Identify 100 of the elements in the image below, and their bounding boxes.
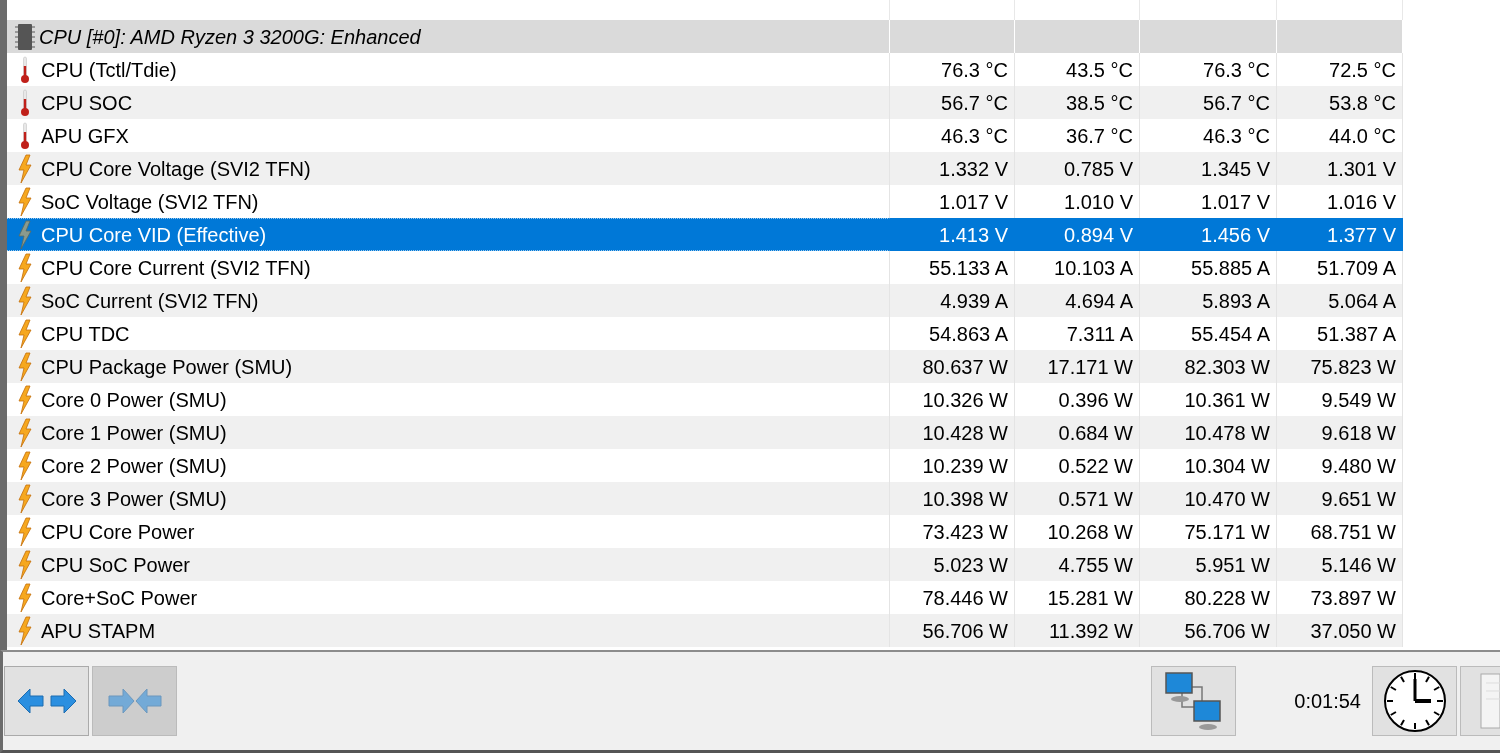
sensor-value: 53.8 °C [1329, 90, 1396, 116]
sensor-value: 10.428 W [922, 420, 1008, 446]
sensor-value: 1.456 V [1201, 222, 1270, 248]
sensor-value: 10.239 W [922, 453, 1008, 479]
converging-arrows-icon [107, 688, 162, 714]
sensor-value: 80.637 W [922, 354, 1008, 380]
sensor-value: 1.017 V [939, 189, 1008, 215]
lightning-bolt-icon [17, 186, 33, 217]
sensor-value: 55.454 A [1191, 321, 1270, 347]
thermometer-icon [20, 55, 30, 84]
sensor-value: 4.755 W [1058, 552, 1133, 578]
sensor-value: 9.549 W [1321, 387, 1396, 413]
sensor-value: 75.823 W [1310, 354, 1396, 380]
thermometer-icon [20, 121, 30, 150]
sensor-value: 10.326 W [922, 387, 1008, 413]
sensor-label: Core 1 Power (SMU) [41, 420, 227, 446]
sensor-value: 75.171 W [1184, 519, 1270, 545]
elapsed-time: 0:01:54 [1294, 689, 1361, 714]
sensor-value: 82.303 W [1184, 354, 1270, 380]
sensor-label: CPU Core Current (SVI2 TFN) [41, 255, 311, 281]
spreadsheet-icon [1480, 673, 1500, 729]
lightning-bolt-icon [17, 549, 33, 580]
sensor-label: CPU Core VID (Effective) [41, 222, 267, 248]
sensor-row[interactable]: APU STAPM 56.706 W 11.392 W 56.706 W 37.050 W [7, 614, 1403, 647]
sensor-value: 51.709 A [1317, 255, 1396, 281]
sensor-label: CPU TDC [41, 321, 130, 347]
sensor-value: 10.268 W [1047, 519, 1133, 545]
sensor-value: 1.010 V [1064, 189, 1133, 215]
sensor-value: 76.3 °C [941, 57, 1008, 83]
sensor-value: 9.618 W [1321, 420, 1396, 446]
sensor-row[interactable]: SoC Current (SVI2 TFN) 4.939 A 4.694 A 5.893 A 5.064 A [7, 284, 1403, 317]
network-button[interactable] [1151, 666, 1237, 736]
lightning-bolt-icon [17, 615, 33, 646]
sensor-value: 0.785 V [1064, 156, 1133, 182]
sensor-value: 5.146 W [1321, 552, 1396, 578]
sensor-label: CPU Core Power [41, 519, 195, 545]
lightning-bolt-icon [17, 384, 33, 415]
lightning-bolt-icon [17, 351, 33, 382]
sensor-value: 10.304 W [1184, 453, 1270, 479]
sensor-value: 9.651 W [1321, 486, 1396, 512]
lightning-bolt-icon [17, 285, 33, 316]
sensor-row[interactable]: CPU SOC 56.7 °C 38.5 °C 56.7 °C 53.8 °C [7, 86, 1403, 119]
sensor-value: 43.5 °C [1066, 57, 1133, 83]
sensor-value: 73.897 W [1310, 585, 1396, 611]
sensor-row[interactable]: CPU Core Voltage (SVI2 TFN) 1.332 V 0.785 V 1.345 V 1.301 V [7, 152, 1403, 185]
sensor-label: CPU Package Power (SMU) [41, 354, 293, 380]
sensor-value: 10.103 A [1054, 255, 1133, 281]
sensor-label: Core 3 Power (SMU) [41, 486, 227, 512]
sensor-value: 56.7 °C [1203, 90, 1270, 116]
clock-icon [1382, 669, 1447, 733]
sensor-value: 1.332 V [939, 156, 1008, 182]
sensor-value: 44.0 °C [1329, 123, 1396, 149]
sensor-value: 7.311 A [1066, 321, 1133, 347]
sensor-value: 56.706 W [1184, 618, 1270, 644]
sensor-label: CPU SoC Power [41, 552, 190, 578]
sensor-row[interactable]: CPU Package Power (SMU) 80.637 W 17.171 W 82.303 W 75.823 W [7, 350, 1403, 383]
lightning-bolt-icon [17, 417, 33, 448]
sensor-value: 72.5 °C [1329, 57, 1396, 83]
group-label: CPU [#0]: AMD Ryzen 3 3200G: Enhanced [39, 24, 421, 50]
sensor-value: 1.413 V [939, 222, 1008, 248]
sensor-value: 0.684 W [1058, 420, 1133, 446]
lightning-bolt-icon [17, 153, 33, 184]
lightning-bolt-icon [17, 582, 33, 613]
sensor-row[interactable]: CPU SoC Power 5.023 W 4.755 W 5.951 W 5.146 W [7, 548, 1403, 581]
sensor-label: Core+SoC Power [41, 585, 198, 611]
sensor-value: 17.171 W [1047, 354, 1133, 380]
lightning-bolt-icon [17, 318, 33, 349]
sensor-row[interactable]: Core 3 Power (SMU) 10.398 W 0.571 W 10.470 W 9.651 W [7, 482, 1403, 515]
sensor-label: APU STAPM [41, 618, 156, 644]
sensor-value: 5.893 A [1202, 288, 1270, 314]
clock-button[interactable] [1372, 666, 1457, 736]
sensor-label: CPU SOC [41, 90, 133, 116]
sensor-label: Core 2 Power (SMU) [41, 453, 227, 479]
sensor-value: 1.345 V [1201, 156, 1270, 182]
sensor-value: 9.480 W [1321, 453, 1396, 479]
sensor-value: 38.5 °C [1066, 90, 1133, 116]
sensor-value: 36.7 °C [1066, 123, 1133, 149]
sensor-value: 5.951 W [1195, 552, 1270, 578]
sensor-value: 54.863 A [929, 321, 1008, 347]
sensor-value: 46.3 °C [941, 123, 1008, 149]
sensor-value: 37.050 W [1310, 618, 1396, 644]
sensor-value: 10.398 W [922, 486, 1008, 512]
sensor-value: 0.894 V [1064, 222, 1133, 248]
expand-button[interactable] [4, 666, 89, 736]
group-row[interactable]: CPU [#0]: AMD Ryzen 3 3200G: Enhanced [7, 20, 1403, 53]
sensor-value: 4.939 A [940, 288, 1008, 314]
sensor-row[interactable]: CPU Core VID (Effective) 1.413 V 0.894 V 1.456 V 1.377 V [7, 218, 1403, 251]
sensor-label: APU GFX [41, 123, 129, 149]
thermometer-icon [20, 88, 30, 117]
sensor-value: 78.446 W [922, 585, 1008, 611]
sensor-label: CPU (Tctl/Tdie) [41, 57, 177, 83]
lightning-bolt-icon [17, 483, 33, 514]
sensor-row[interactable]: Core 1 Power (SMU) 10.428 W 0.684 W 10.478 W 9.618 W [7, 416, 1403, 449]
sensor-value: 51.387 A [1317, 321, 1396, 347]
chip-icon [15, 22, 35, 51]
sensor-label: SoC Current (SVI2 TFN) [41, 288, 259, 314]
sensor-value: 56.7 °C [941, 90, 1008, 116]
sensor-value: 76.3 °C [1203, 57, 1270, 83]
sensor-value: 68.751 W [1310, 519, 1396, 545]
sensor-label: Core 0 Power (SMU) [41, 387, 227, 413]
